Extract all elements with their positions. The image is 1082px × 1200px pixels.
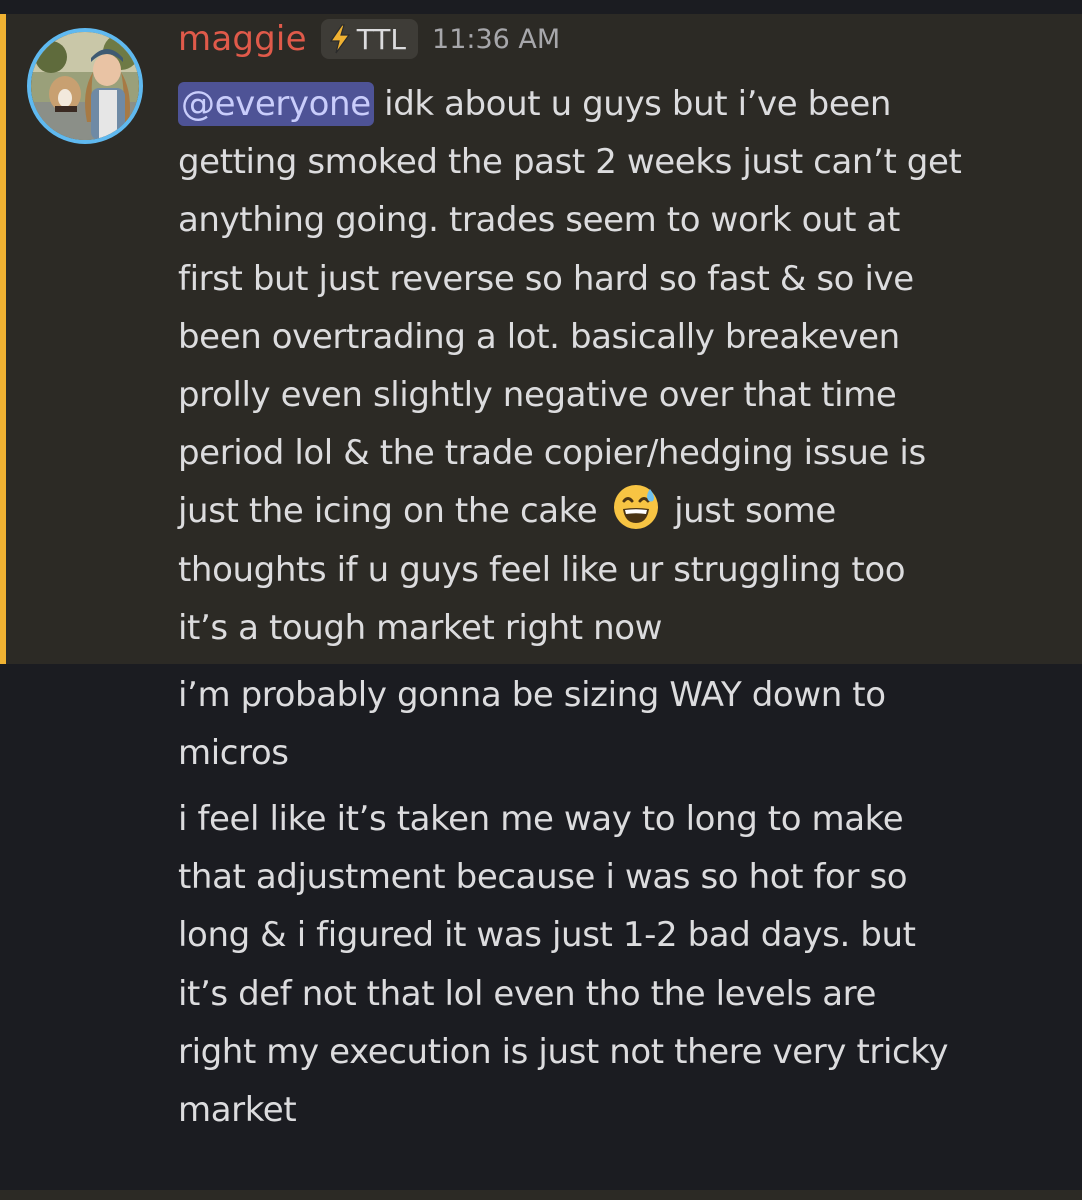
avatar[interactable] — [27, 28, 143, 144]
message-header: maggie TTL 11:36 AM — [178, 14, 560, 64]
message-text: i feel like it’s taken me way to long to… — [178, 799, 949, 1131]
highlighted-message: maggie TTL 11:36 AM @everyone idk about … — [0, 14, 1082, 664]
lightning-bolt-icon — [329, 24, 350, 54]
mention-highlight-bar — [0, 14, 6, 664]
username[interactable]: maggie — [178, 19, 307, 59]
message-text: @everyone idk about u guys but i’ve been… — [178, 75, 1058, 657]
grinning-face-with-sweat-emoji — [613, 485, 658, 530]
next-message-highlight — [0, 1190, 1082, 1200]
message-text-part-1: idk about u guys but i’ve been getting s… — [178, 84, 962, 532]
top-strip — [0, 0, 1082, 14]
everyone-mention[interactable]: @everyone — [178, 82, 374, 126]
role-tag[interactable]: TTL — [320, 19, 419, 59]
role-tag-label: TTL — [356, 22, 407, 56]
message-text: i’m probably gonna be sizing WAY down to… — [178, 675, 886, 774]
timestamp: 11:36 AM — [432, 23, 561, 55]
